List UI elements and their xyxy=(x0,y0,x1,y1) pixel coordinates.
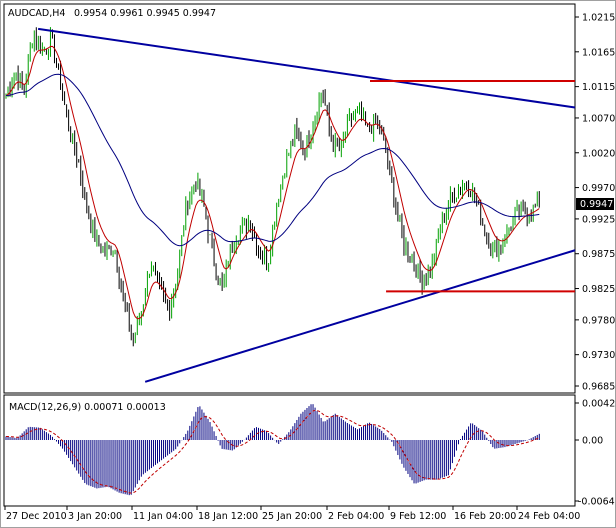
upper-trendline[interactable] xyxy=(37,27,576,109)
x-tick-label: 9 Feb 12:00 xyxy=(390,511,446,522)
y-tick-label: 1.0115 xyxy=(582,82,615,93)
y-tick-label: 0.9925 xyxy=(582,214,615,225)
lower-trendline[interactable] xyxy=(144,249,576,383)
macd-y-tick-label: 0.0042 xyxy=(582,399,615,410)
x-tick-label: 11 Jan 04:00 xyxy=(133,511,193,522)
x-tick-label: 16 Feb 20:00 xyxy=(454,511,516,522)
price-bars xyxy=(5,27,540,347)
y-tick-label: 1.0215 xyxy=(582,13,615,24)
y-tick-label: 0.9780 xyxy=(582,315,615,326)
macd-title: MACD(12,26,9) 0.00071 0.00013 xyxy=(9,402,166,413)
y-tick-label: 0.9970 xyxy=(582,183,615,194)
x-tick-label: 27 Dec 2010 xyxy=(6,511,67,522)
macd-y-tick-label: -0.00645 xyxy=(578,497,616,508)
x-tick-label: 2 Feb 04:00 xyxy=(328,511,384,522)
ohlc-readout: 0.9954 0.9961 0.9945 0.9947 xyxy=(74,8,216,19)
y-tick-label: 1.0020 xyxy=(582,148,615,159)
macd-y-tick-label: 0.00 xyxy=(582,436,603,447)
slow-ma-line xyxy=(5,73,540,247)
moving-averages xyxy=(5,45,540,320)
main-panel-frame xyxy=(3,3,576,394)
x-tick-label: 24 Feb 04:00 xyxy=(518,511,580,522)
y-tick-label: 0.9875 xyxy=(582,249,615,260)
y-tick-label: 0.9730 xyxy=(582,350,615,361)
x-tick-label: 3 Jan 20:00 xyxy=(68,511,122,522)
macd-histogram xyxy=(5,404,540,496)
chart-title: AUDCAD,H4 xyxy=(8,8,65,19)
chart-window[interactable]: 1.0215 1.0165 1.0115 1.0070 1.0020 0.9970 0.99… xyxy=(0,0,616,528)
x-tick-label: 25 Jan 20:00 xyxy=(262,511,322,522)
y-tick-label: 0.9825 xyxy=(582,284,615,295)
chart-canvas[interactable]: 1.0215 1.0165 1.0115 1.0070 1.0020 0.9970 0.99… xyxy=(1,1,616,528)
y-tick-label: 1.0070 xyxy=(582,113,615,124)
macd-signal-line xyxy=(5,409,540,494)
fast-ma-line xyxy=(5,45,540,320)
current-price-label: 0.9947 xyxy=(580,199,613,210)
y-tick-label: 0.9685 xyxy=(582,382,615,393)
x-tick-label: 18 Jan 12:00 xyxy=(198,511,258,522)
y-tick-label: 1.0165 xyxy=(582,47,615,58)
